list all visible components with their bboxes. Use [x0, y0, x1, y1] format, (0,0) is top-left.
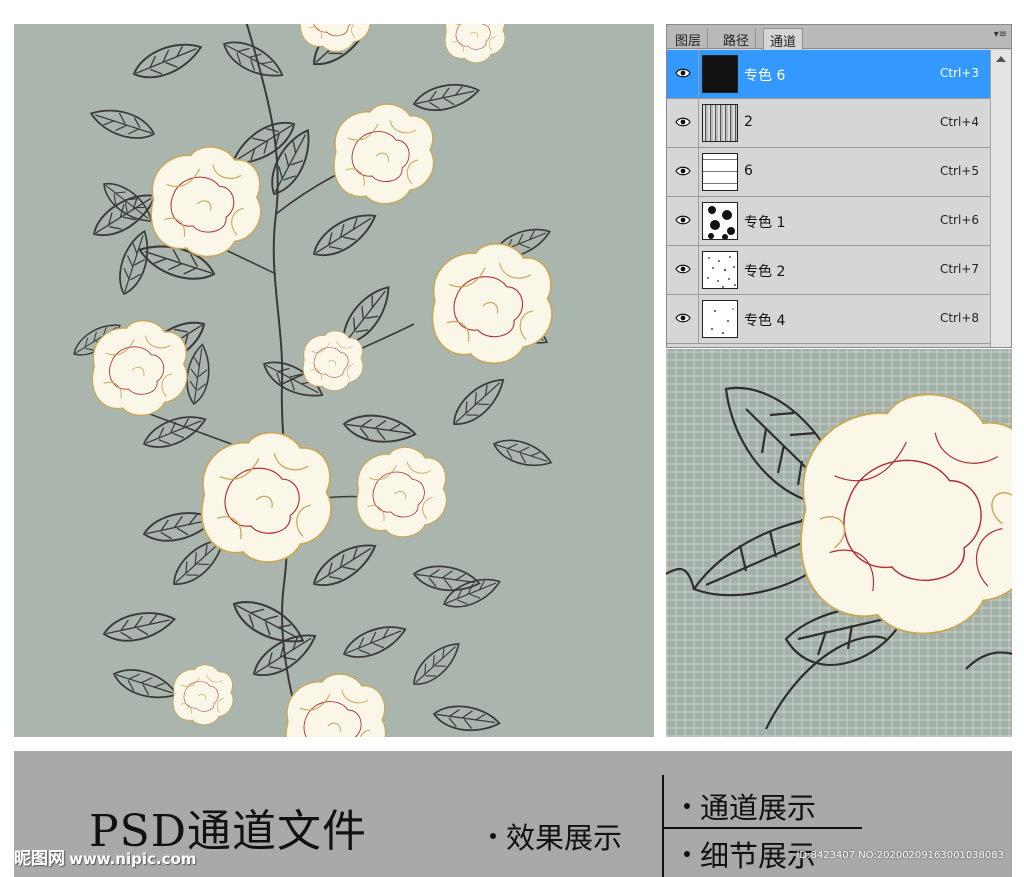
channel-row-6[interactable]: 6 Ctrl+5	[667, 148, 991, 197]
floral-vine-illustration	[68, 24, 556, 737]
channel-row-spot-4[interactable]: 专色 4 Ctrl+8	[667, 295, 991, 344]
visibility-toggle[interactable]	[667, 99, 699, 147]
panel-scrollbar[interactable]	[990, 50, 1011, 347]
channels-panel: 图层 路径 通道 ▾≡ 专色 6 Ctrl+3 2 Ctrl+4 6 Ctrl+…	[666, 24, 1012, 348]
eye-icon	[675, 215, 691, 225]
channel-thumbnail	[702, 104, 738, 142]
detail-illustration	[666, 386, 1012, 730]
channel-row-spot-1[interactable]: 专色 1 Ctrl+6	[667, 197, 991, 246]
channel-thumbnail	[702, 300, 738, 338]
eye-icon	[675, 117, 691, 127]
tab-channels[interactable]: 通道	[763, 28, 804, 50]
channel-shortcut: Ctrl+7	[939, 262, 979, 276]
channel-row-spot-2[interactable]: 专色 2 Ctrl+7	[667, 246, 991, 295]
visibility-toggle[interactable]	[667, 50, 699, 98]
detail-zoom-preview	[666, 349, 1012, 737]
channel-thumbnail	[702, 153, 738, 191]
channel-name: 2	[744, 114, 753, 130]
channel-thumbnail	[702, 251, 738, 289]
visibility-toggle[interactable]	[667, 246, 699, 294]
eye-icon	[675, 68, 691, 78]
pattern-artwork-preview	[14, 24, 654, 737]
bullet-icon	[684, 851, 690, 857]
tab-layers[interactable]: 图层	[669, 28, 709, 49]
channel-name: 6	[744, 163, 753, 179]
channel-row-spot-6[interactable]: 专色 6 Ctrl+3	[667, 50, 991, 99]
channel-name: 专色 1	[744, 215, 786, 231]
channel-shortcut: Ctrl+8	[939, 311, 979, 325]
divider-horizontal	[662, 827, 862, 829]
channel-name: 专色 4	[744, 313, 786, 329]
visibility-toggle[interactable]	[667, 295, 699, 343]
image-id-text: ID:8423407 NO:20200209163001038083	[796, 850, 1004, 861]
channel-name: 专色 2	[744, 264, 786, 280]
eye-icon	[675, 313, 691, 323]
channel-shortcut: Ctrl+6	[939, 213, 979, 227]
panel-menu-icon[interactable]: ▾≡	[994, 29, 1007, 40]
scroll-up-icon[interactable]	[996, 56, 1006, 62]
channel-thumbnail	[702, 202, 738, 240]
bullet-icon	[490, 833, 496, 839]
eye-icon	[675, 166, 691, 176]
panel-tab-bar: 图层 路径 通道 ▾≡	[667, 25, 1011, 50]
divider-vertical	[662, 775, 664, 877]
channel-shortcut: Ctrl+5	[939, 164, 979, 178]
effect-label: 效果展示	[490, 815, 622, 857]
visibility-toggle[interactable]	[667, 197, 699, 245]
channel-row-2[interactable]: 2 Ctrl+4	[667, 99, 991, 148]
channel-thumbnail	[702, 55, 738, 93]
bullet-icon	[684, 803, 690, 809]
site-watermark: 昵图网 www.nipic.com	[14, 849, 197, 869]
page: 图层 路径 通道 ▾≡ 专色 6 Ctrl+3 2 Ctrl+4 6 Ctrl+…	[0, 0, 1024, 877]
channel-shortcut: Ctrl+4	[939, 115, 979, 129]
channel-name: 专色 6	[744, 68, 786, 84]
eye-icon	[675, 264, 691, 274]
channel-shortcut: Ctrl+3	[939, 66, 979, 80]
channel-label: 通道展示	[684, 785, 816, 827]
visibility-toggle[interactable]	[667, 148, 699, 196]
tab-paths[interactable]: 路径	[717, 28, 757, 49]
